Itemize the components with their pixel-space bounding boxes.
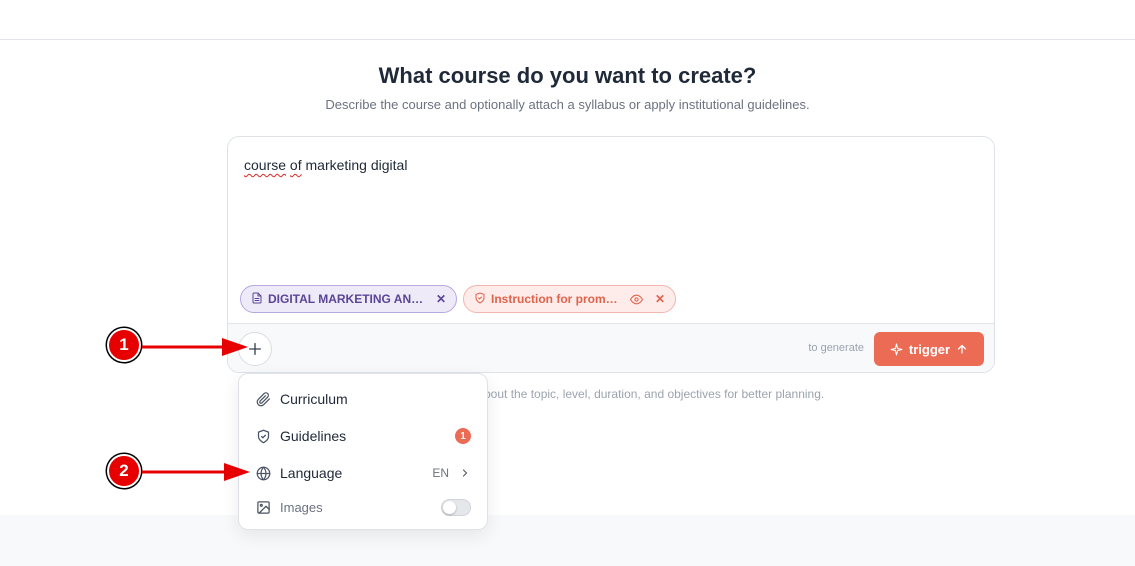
menu-item-label: Guidelines — [280, 428, 347, 444]
page-title: What course do you want to create? — [378, 63, 757, 88]
course-composer: course of marketing digital DIGITAL MARK… — [227, 136, 995, 373]
annotation-arrow-2 — [142, 463, 250, 481]
top-bar — [0, 0, 1135, 40]
attachment-chip-label: DIGITAL MARKETING AN… — [268, 292, 424, 306]
paperclip-icon — [255, 391, 271, 407]
shield-check-icon — [474, 292, 486, 307]
menu-item-curriculum[interactable]: Curriculum — [239, 382, 487, 416]
chevron-right-icon — [462, 469, 468, 477]
language-code: EN — [432, 466, 449, 480]
prompt-word-misspelled-1: course — [244, 157, 287, 173]
arrow-up-icon — [957, 344, 967, 354]
attachment-chip-syllabus[interactable]: DIGITAL MARKETING AN… ✕ — [240, 285, 457, 313]
trigger-label: trigger — [908, 341, 951, 357]
globe-icon — [255, 465, 271, 481]
attachment-chip-guidelines[interactable]: Instruction for prompts ✕ — [463, 285, 676, 313]
file-icon — [251, 292, 263, 307]
toggle-knob — [443, 500, 456, 514]
guidelines-count-badge: 1 — [455, 428, 471, 444]
shield-check-icon — [255, 428, 271, 444]
menu-item-label: Images — [280, 499, 323, 515]
image-icon — [255, 499, 271, 515]
annotation-marker-2: 2 — [107, 454, 141, 488]
options-menu: Curriculum Guidelines 1 Language EN Imag… — [238, 373, 488, 530]
menu-item-label: Curriculum — [280, 391, 348, 407]
prompt-input[interactable]: course of marketing digital — [244, 157, 407, 173]
menu-item-images[interactable]: Images — [239, 490, 487, 524]
annotation-arrow-1 — [142, 338, 248, 356]
eye-icon[interactable] — [629, 293, 643, 306]
remove-guidelines-button[interactable]: ✕ — [655, 292, 665, 306]
menu-item-language[interactable]: Language EN — [239, 456, 487, 490]
trigger-button[interactable]: trigger — [874, 332, 984, 366]
attachment-chip-label: Instruction for prompts — [491, 292, 622, 306]
composer-toolbar: to generate trigger — [228, 323, 994, 372]
menu-item-label: Language — [280, 465, 343, 481]
sparkle-icon — [890, 343, 903, 355]
helper-text: bout the topic, level, duration, and obj… — [484, 387, 825, 401]
menu-item-guidelines[interactable]: Guidelines 1 — [239, 419, 487, 453]
images-toggle[interactable] — [441, 498, 471, 516]
page-subtitle: Describe the course and optionally attac… — [325, 97, 810, 112]
generate-hint: to generate — [808, 342, 864, 354]
annotation-marker-1: 1 — [107, 328, 141, 362]
prompt-text-rest: marketing digital — [305, 157, 408, 173]
remove-attachment-button[interactable]: ✕ — [436, 292, 446, 306]
footer-band — [0, 515, 1135, 566]
prompt-word-misspelled-2: of — [289, 157, 302, 173]
